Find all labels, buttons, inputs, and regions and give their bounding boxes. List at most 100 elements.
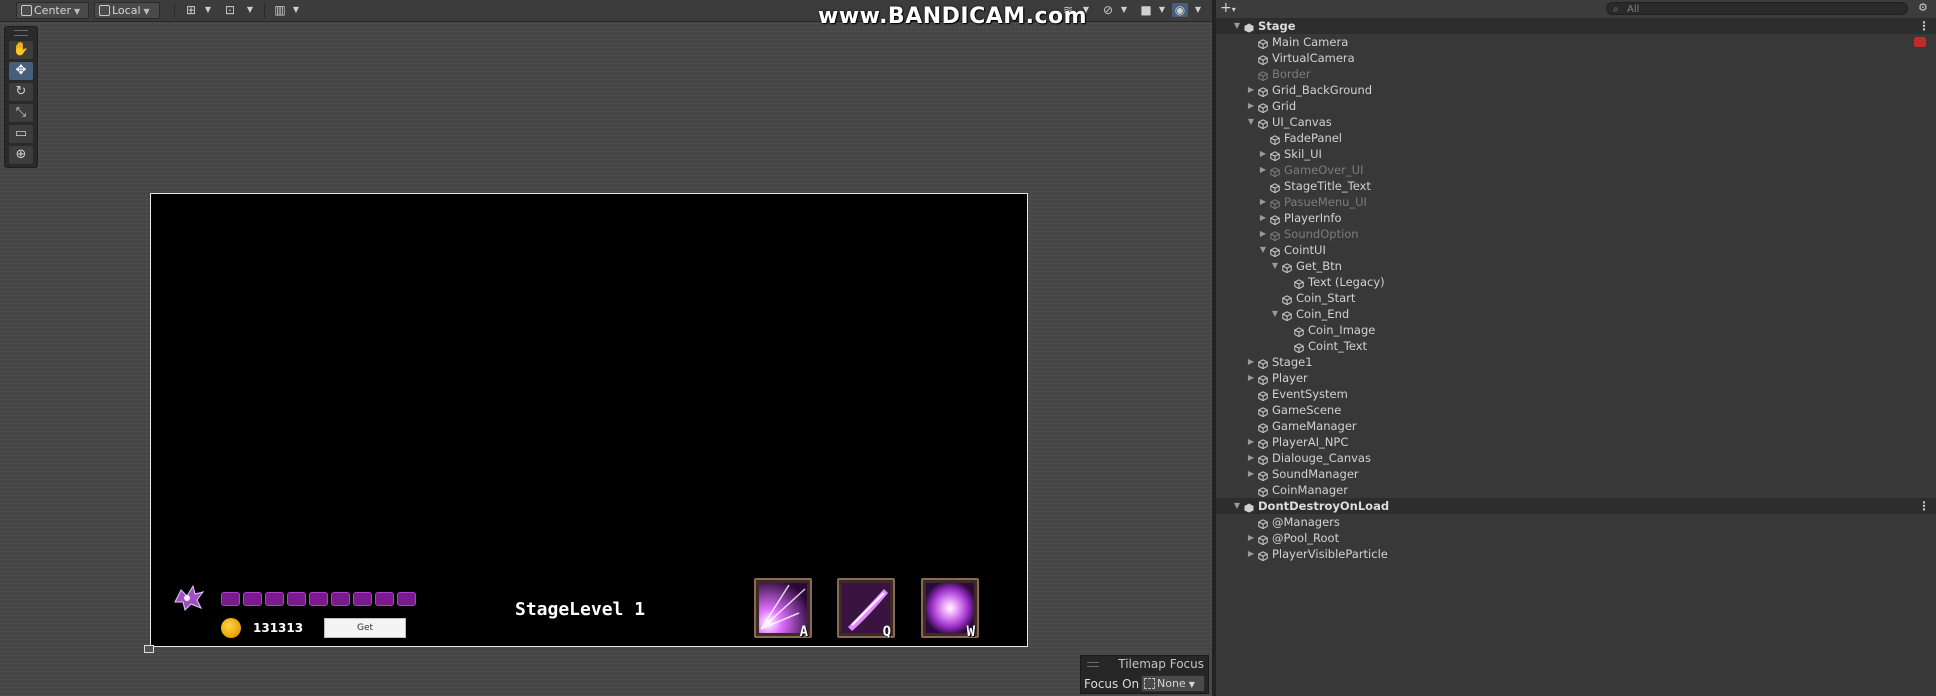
expanded-arrow-icon[interactable]: ▼ [1232, 18, 1242, 34]
hierarchy-row[interactable]: ▶ @Pool_Root [1216, 530, 1936, 546]
gameobject-icon [1258, 517, 1268, 530]
collapsed-arrow-icon[interactable]: ▶ [1246, 370, 1256, 386]
get-button[interactable]: Get [324, 618, 406, 638]
visibility-icon[interactable]: ⊘ [1100, 3, 1116, 17]
hierarchy-row[interactable]: Coin_Start [1216, 290, 1936, 306]
chevron-down-icon[interactable]: ▼ [1116, 3, 1132, 17]
collapsed-arrow-icon[interactable]: ▶ [1258, 146, 1268, 162]
hierarchy-search-input[interactable]: ⌕ All [1606, 2, 1908, 15]
chevron-down-icon[interactable]: ▼ [1154, 3, 1170, 17]
skill-slot-w[interactable]: W [921, 578, 979, 640]
pivot-rotation-dropdown[interactable]: Local ▼ [94, 2, 160, 19]
gameobject-icon [1270, 149, 1280, 162]
chevron-down-icon[interactable]: ▼ [1190, 3, 1206, 17]
collapsed-arrow-icon[interactable]: ▶ [1246, 546, 1256, 562]
focus-on-dropdown[interactable]: None ▼ [1141, 675, 1205, 692]
hierarchy-row[interactable]: GameScene [1216, 402, 1936, 418]
hierarchy-row[interactable]: Main Camera [1216, 34, 1936, 50]
hierarchy-row[interactable]: ▶ Player [1216, 370, 1936, 386]
hierarchy-row[interactable]: FadePanel [1216, 130, 1936, 146]
chevron-down-icon[interactable]: ▼ [288, 3, 304, 17]
rotate-tool-icon[interactable]: ↻ [9, 83, 33, 101]
ui-canvas-frame[interactable]: 131313 Get StageLevel 1 A Q W [150, 193, 1028, 647]
chevron-down-icon[interactable]: ▼ [200, 3, 216, 17]
hand-tool-icon[interactable]: ✋ [9, 41, 33, 59]
drag-handle[interactable] [14, 30, 28, 36]
collapsed-arrow-icon[interactable]: ▶ [1246, 82, 1256, 98]
gameobject-icon [1270, 181, 1280, 194]
warning-icon[interactable] [1914, 37, 1926, 47]
hierarchy-row[interactable]: ▼ Coin_End [1216, 306, 1936, 322]
hierarchy-row[interactable]: ▶ Dialouge_Canvas [1216, 450, 1936, 466]
rect-handle[interactable] [144, 645, 154, 653]
collapsed-arrow-icon[interactable]: ▶ [1246, 434, 1256, 450]
hierarchy-row[interactable]: Coin_Image [1216, 322, 1936, 338]
hierarchy-row[interactable]: VirtualCamera [1216, 50, 1936, 66]
hierarchy-row[interactable]: ▶ SoundOption [1216, 226, 1936, 242]
coin-count: 131313 [253, 621, 304, 635]
hierarchy-row[interactable]: ▶ PasueMenu_UI [1216, 194, 1936, 210]
expanded-arrow-icon[interactable]: ▼ [1232, 498, 1242, 514]
hierarchy-row[interactable]: @Managers [1216, 514, 1936, 530]
tilemap-focus-overlay: Tilemap Focus Focus On None ▼ [1080, 655, 1209, 694]
collapsed-arrow-icon[interactable]: ▶ [1258, 210, 1268, 226]
scale-tool-icon[interactable]: ⤡ [9, 104, 33, 122]
hierarchy-row[interactable]: Border [1216, 66, 1936, 82]
pivot-mode-dropdown[interactable]: Center ▼ [16, 2, 89, 19]
hierarchy-row[interactable]: ▶ GameOver_UI [1216, 162, 1936, 178]
align-icon[interactable]: ▥ [272, 3, 288, 17]
collapsed-arrow-icon[interactable]: ▶ [1258, 226, 1268, 242]
scene-menu-icon[interactable]: ⋮ [1918, 18, 1930, 34]
chevron-down-icon[interactable]: ▼ [242, 3, 258, 17]
hierarchy-row[interactable]: ▼ UI_Canvas [1216, 114, 1936, 130]
gizmos-icon[interactable]: ◉ [1172, 3, 1188, 17]
rect-tool-icon[interactable]: ▭ [9, 125, 33, 143]
expanded-arrow-icon[interactable]: ▼ [1258, 242, 1268, 258]
camera-icon[interactable]: ■ [1138, 3, 1154, 17]
hierarchy-row[interactable]: StageTitle_Text [1216, 178, 1936, 194]
skill-slot-q[interactable]: Q [837, 578, 895, 640]
hierarchy-row[interactable]: ▶ PlayerAI_NPC [1216, 434, 1936, 450]
expanded-arrow-icon[interactable]: ▼ [1246, 114, 1256, 130]
collapsed-arrow-icon[interactable]: ▶ [1246, 354, 1256, 370]
scene-view[interactable]: Center ▼ Local ▼ ⊞ ▼ ⊡ ▼ ▥ ▼ ≋ ▼ ⊘ ▼ ■ ▼ ◉… [0, 0, 1212, 696]
expanded-arrow-icon[interactable]: ▼ [1270, 258, 1280, 274]
skill-slot-a[interactable]: A [754, 578, 812, 640]
scene-row[interactable]: ▼ DontDestroyOnLoad ⋮ [1216, 498, 1936, 514]
hierarchy-row[interactable]: Text (Legacy) [1216, 274, 1936, 290]
hierarchy-row[interactable]: CoinManager [1216, 482, 1936, 498]
hierarchy-options-icon[interactable]: ⚙ [1918, 1, 1928, 14]
hierarchy-row[interactable]: ▶ PlayerInfo [1216, 210, 1936, 226]
hierarchy-row[interactable]: ▶ PlayerVisibleParticle [1216, 546, 1936, 562]
collapsed-arrow-icon[interactable]: ▶ [1246, 530, 1256, 546]
hierarchy-row[interactable]: Coint_Text [1216, 338, 1936, 354]
collapsed-arrow-icon[interactable]: ▶ [1246, 98, 1256, 114]
collapsed-arrow-icon[interactable]: ▶ [1258, 162, 1268, 178]
hierarchy-row[interactable]: ▶ Grid [1216, 98, 1936, 114]
scene-row[interactable]: ▼ Stage ⋮ [1216, 18, 1936, 34]
collapsed-arrow-icon[interactable]: ▶ [1246, 450, 1256, 466]
hierarchy-row[interactable]: ▶ Skil_UI [1216, 146, 1936, 162]
hierarchy-row[interactable]: ▼ CointUI [1216, 242, 1936, 258]
gameobject-icon [1258, 485, 1268, 498]
hierarchy-row[interactable]: ▶ SoundManager [1216, 466, 1936, 482]
gameobject-icon [1294, 277, 1304, 290]
scene-menu-icon[interactable]: ⋮ [1918, 498, 1930, 514]
row-label: Get_Btn [1296, 259, 1342, 273]
increment-snap-icon[interactable]: ⊡ [222, 3, 238, 17]
hierarchy-row[interactable]: ▶ Stage1 [1216, 354, 1936, 370]
row-label: Grid_BackGround [1272, 83, 1373, 97]
hierarchy-row[interactable]: ▶ Grid_BackGround [1216, 82, 1936, 98]
collapsed-arrow-icon[interactable]: ▶ [1258, 194, 1268, 210]
row-label: GameManager [1272, 419, 1357, 433]
expanded-arrow-icon[interactable]: ▼ [1270, 306, 1280, 322]
add-object-button[interactable]: +▾ [1220, 0, 1236, 18]
collapsed-arrow-icon[interactable]: ▶ [1246, 466, 1256, 482]
hierarchy-row[interactable]: ▼ Get_Btn [1216, 258, 1936, 274]
transform-tool-icon[interactable]: ⊕ [9, 146, 33, 164]
hierarchy-row[interactable]: GameManager [1216, 418, 1936, 434]
hierarchy-row[interactable]: EventSystem [1216, 386, 1936, 402]
gameobject-icon [1270, 213, 1280, 226]
move-tool-icon[interactable]: ✥ [9, 62, 33, 80]
grid-snap-icon[interactable]: ⊞ [183, 3, 199, 17]
